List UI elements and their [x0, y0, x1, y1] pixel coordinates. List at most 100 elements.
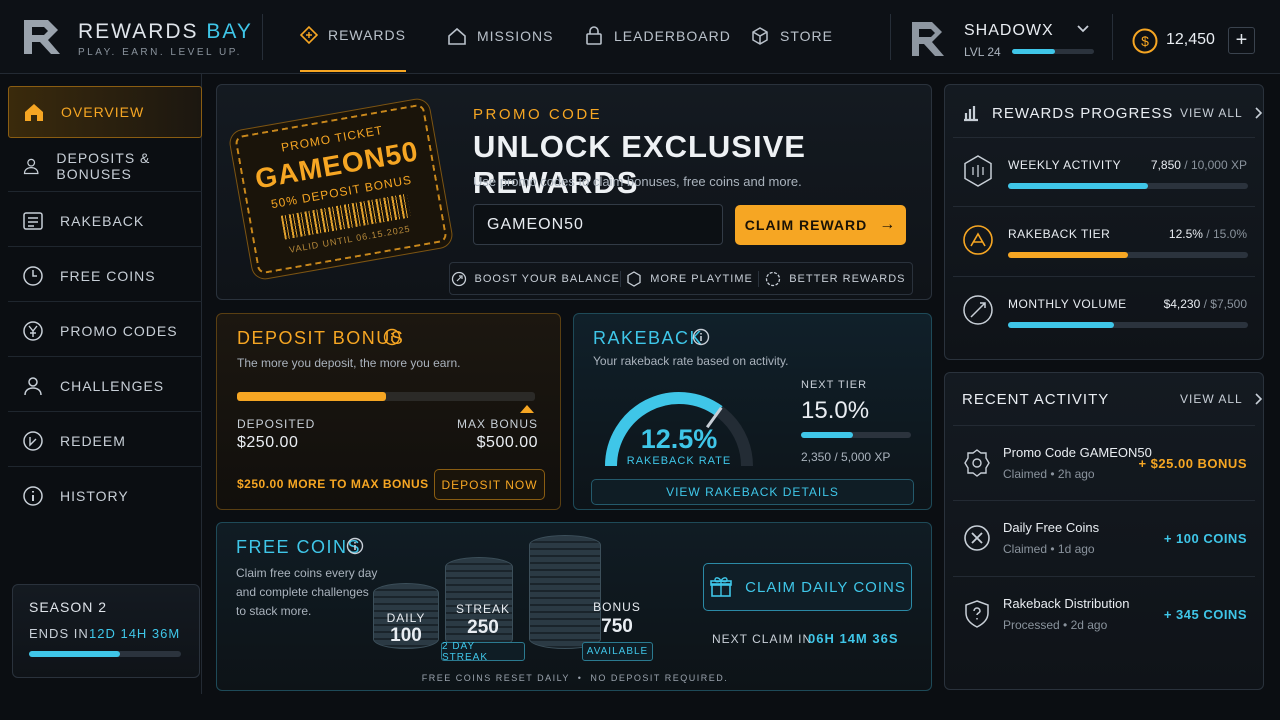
promo-description: Use promo codes to claim bonuses, free c… [473, 174, 802, 189]
recent-activity-view-all[interactable]: VIEW ALL [1180, 392, 1263, 406]
remaining-text: $250.00 MORE TO MAX BONUS [237, 477, 429, 491]
activity-meta: Processed • 2d ago [1003, 618, 1108, 632]
stack-streak-label: STREAK [455, 602, 510, 616]
next-tier-label: NEXT TIER [801, 379, 868, 391]
user-menu-chevron-down-icon[interactable] [1076, 22, 1090, 39]
stack-bonus-label: BONUS [593, 600, 641, 614]
badge-icon [766, 271, 781, 286]
sidebar-item-deposits[interactable]: DEPOSITS & BONUSES [8, 140, 202, 192]
add-funds-button[interactable]: + [1228, 27, 1255, 54]
free-coins-title: FREE COINS [236, 537, 362, 557]
activity-amount: + $25.00 BONUS [1138, 456, 1247, 471]
clock-icon [23, 265, 43, 286]
nav-missions-label: MISSIONS [477, 28, 554, 44]
progress-bar [1008, 252, 1248, 258]
sidebar-item-free-coins[interactable]: FREE COINS [8, 250, 202, 302]
progress-current: 12.5% [1168, 227, 1203, 241]
available-badge: AVAILABLE [582, 642, 653, 661]
sidebar-item-label: RAKEBACK [60, 212, 145, 229]
gift-icon [300, 26, 318, 44]
sidebar-item-challenges[interactable]: CHALLENGES [8, 360, 202, 412]
sidebar-item-label: CHALLENGES [60, 377, 165, 394]
claim-daily-coins-label: CLAIM DAILY COINS [745, 578, 906, 596]
sidebar-item-promo-codes[interactable]: PROMO CODES [8, 305, 202, 357]
next-tier-progress-bar [801, 432, 911, 438]
claim-reward-button[interactable]: CLAIM REWARD → [735, 205, 906, 245]
deposit-now-button[interactable]: DEPOSIT NOW [434, 469, 545, 500]
rakeback-rate-label: RAKEBACK RATE [626, 455, 732, 467]
view-all-label: VIEW ALL [1180, 392, 1243, 406]
progress-row-weekly: WEEKLY ACTIVITY 7,850 / 10,000 XP [953, 137, 1255, 207]
max-marker-icon [520, 405, 534, 413]
sidebar-item-overview[interactable]: OVERVIEW [8, 86, 202, 138]
ticket-icon [23, 430, 43, 451]
user-icon [24, 376, 42, 395]
stack-daily-value: 100 [390, 625, 422, 646]
chevron-right-icon [1255, 393, 1262, 405]
nav-missions[interactable]: MISSIONS [447, 0, 553, 72]
progress-max: / 15.0% [1206, 227, 1247, 241]
bar-chart-icon [964, 106, 978, 122]
progress-bar [1008, 322, 1248, 328]
nav-leaderboard[interactable]: LEADERBOARD [584, 0, 731, 72]
promo-code-input[interactable] [473, 204, 723, 245]
deposited-value: $250.00 [237, 434, 299, 451]
info-icon[interactable] [383, 328, 401, 346]
nav-store[interactable]: STORE [750, 0, 833, 72]
sidebar-item-label: OVERVIEW [61, 104, 145, 120]
home-icon [448, 27, 466, 45]
claim-daily-coins-button[interactable]: CLAIM DAILY COINS [703, 563, 912, 611]
hexagon-icon [627, 270, 641, 287]
activity-status: Processed [1003, 618, 1060, 632]
activity-row[interactable]: Promo Code GAMEON50 Claimed • 2h ago + $… [953, 425, 1255, 501]
sidebar-item-label: DEPOSITS & BONUSES [56, 149, 151, 182]
nav-leaderboard-label: LEADERBOARD [614, 28, 731, 44]
deposit-title: DEPOSIT BONUS [237, 328, 405, 348]
progress-value: 7,850 / 10,000 XP [1151, 158, 1247, 172]
activity-meta: Claimed • 1d ago [1003, 542, 1095, 556]
rakeback-rate: 12.5% [640, 424, 718, 454]
sidebar-item-history[interactable]: HISTORY [8, 470, 202, 522]
progress-current: $4,230 [1163, 297, 1201, 311]
sidebar-item-rakeback[interactable]: RAKEBACK [8, 195, 202, 247]
coin-icon: $ [1132, 28, 1158, 54]
rakeback-title: RAKEBACK [593, 328, 704, 348]
rakeback-description: Your rakeback rate based on activity. [593, 354, 789, 368]
gift-icon [710, 577, 732, 597]
desc-line: Claim free coins every day [236, 566, 378, 580]
info-icon[interactable] [346, 537, 364, 555]
home-icon [25, 104, 43, 121]
username: SHADOWX [964, 22, 1054, 39]
coin-balance: 12,450 [1166, 31, 1215, 48]
info-icon[interactable] [692, 328, 710, 346]
nav-rewards[interactable]: REWARDS [300, 0, 406, 72]
activity-row[interactable]: Rakeback Distribution Processed • 2d ago… [953, 577, 1255, 653]
nav-rewards-label: REWARDS [327, 27, 406, 43]
next-claim-label: NEXT CLAIM IN [712, 632, 813, 646]
perk-playtime-label: MORE PLAYTIME [650, 272, 753, 285]
sidebar-item-redeem[interactable]: REDEEM [8, 415, 202, 467]
perk-boost-label: BOOST YOUR BALANCE [474, 272, 620, 285]
claim-reward-label: CLAIM REWARD [744, 217, 868, 233]
season-title: SEASON 2 [29, 599, 108, 615]
info-icon [23, 486, 43, 506]
promo-badge-icon [964, 449, 990, 477]
brand-logo-icon [22, 18, 64, 56]
chevron-right-icon [1255, 107, 1262, 119]
stack-bonus-value: 750 [601, 616, 633, 637]
progress-label: WEEKLY ACTIVITY [1008, 158, 1122, 172]
free-coins-card: FREE COINS Claim free coins every day an… [216, 522, 932, 691]
streak-badge: 2 DAY STREAK [441, 641, 525, 663]
progress-row-rakeback: RAKEBACK TIER 12.5% / 15.0% [953, 207, 1255, 277]
cube-icon [752, 27, 768, 45]
season-ends-label: ENDS IN [29, 626, 89, 641]
user-avatar[interactable] [908, 18, 950, 58]
activity-time: 1d ago [1057, 542, 1095, 556]
view-rakeback-details-button[interactable]: VIEW RAKEBACK DETAILS [591, 479, 914, 505]
rewards-progress-view-all[interactable]: VIEW ALL [1180, 106, 1263, 120]
activity-row[interactable]: Daily Free Coins Claimed • 1d ago + 100 … [953, 501, 1255, 577]
rewards-progress-title: REWARDS PROGRESS [992, 105, 1174, 122]
sidebar-item-label: HISTORY [60, 488, 129, 504]
next-tier-value: 15.0% [801, 397, 870, 424]
brand-name: REWARDS BAY [78, 20, 253, 44]
